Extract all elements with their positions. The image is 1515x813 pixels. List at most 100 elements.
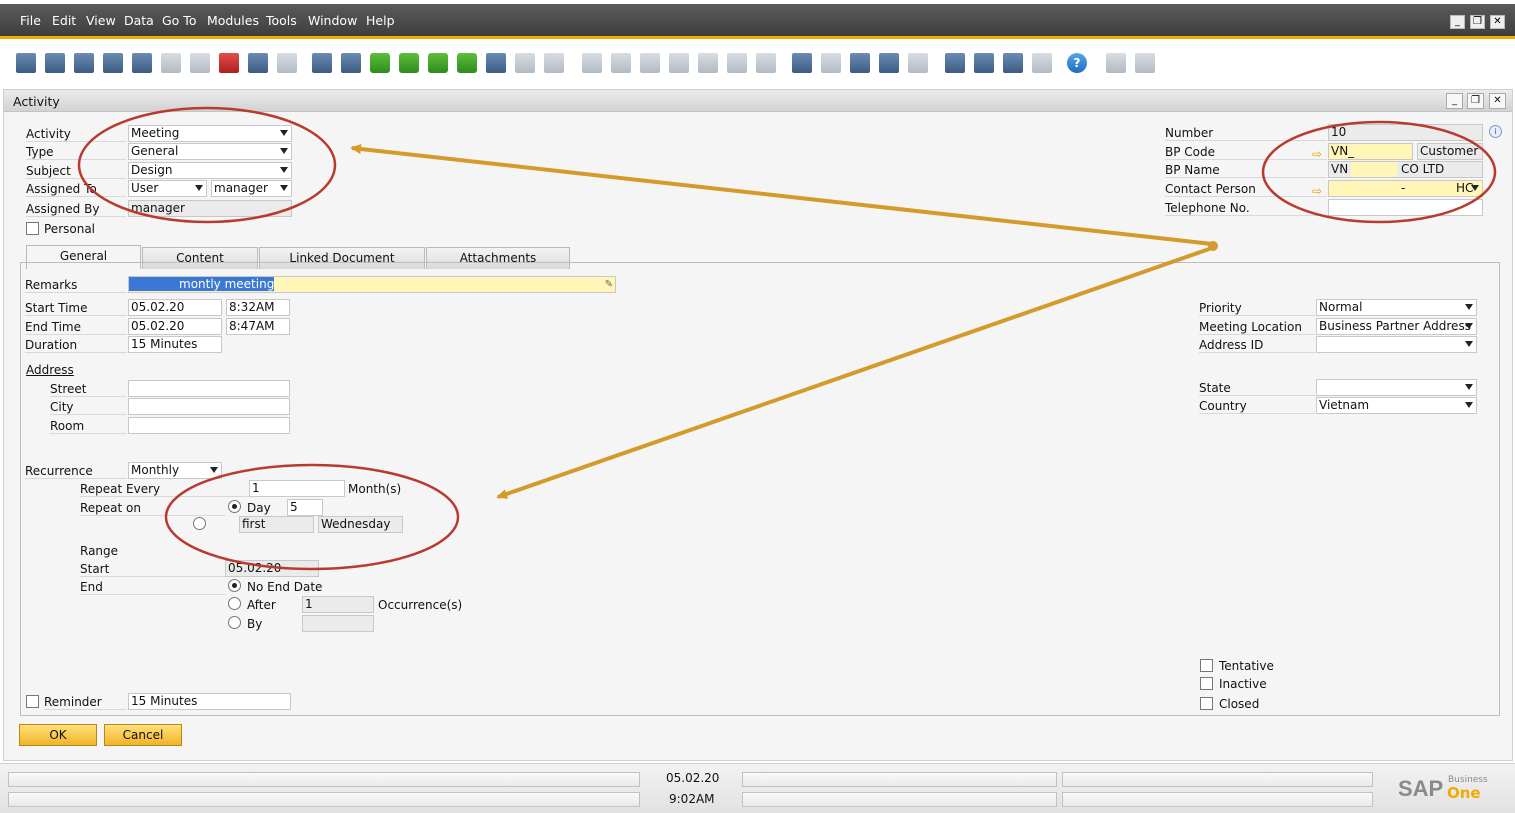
contact-person-select[interactable]: - HC xyxy=(1328,180,1483,197)
menu-view[interactable]: View xyxy=(86,13,116,28)
layout-icon[interactable] xyxy=(1106,53,1126,73)
fax-icon[interactable] xyxy=(132,53,152,73)
no-end-date-radio[interactable] xyxy=(228,579,241,592)
by-radio[interactable] xyxy=(228,616,241,629)
street-field[interactable] xyxy=(128,380,290,397)
app-restore-icon[interactable]: ❐ xyxy=(1470,15,1485,29)
tentative-checkbox[interactable] xyxy=(1200,659,1213,672)
settings-icon[interactable] xyxy=(756,53,776,73)
type-select[interactable]: General xyxy=(128,143,292,160)
filter-icon[interactable] xyxy=(515,53,535,73)
ok-button[interactable]: OK xyxy=(19,724,97,746)
menu-tools[interactable]: Tools xyxy=(266,13,297,28)
sms-icon[interactable] xyxy=(103,53,123,73)
link-arrow-icon[interactable]: ⇨ xyxy=(1312,184,1322,198)
address-id-select[interactable] xyxy=(1316,336,1477,353)
payment-icon[interactable] xyxy=(669,53,689,73)
gross-profit-icon[interactable] xyxy=(698,53,718,73)
next-record-icon[interactable] xyxy=(428,53,448,73)
country-select[interactable]: Vietnam xyxy=(1316,397,1477,414)
ordinal-select[interactable]: first xyxy=(239,516,314,533)
telephone-field[interactable] xyxy=(1328,199,1483,216)
menu-data[interactable]: Data xyxy=(124,13,154,28)
menu-help[interactable]: Help xyxy=(366,13,395,28)
message-icon[interactable] xyxy=(879,53,899,73)
last-record-icon[interactable] xyxy=(457,53,477,73)
calendar-icon[interactable] xyxy=(945,53,965,73)
after-occurrences-field[interactable]: 1 xyxy=(302,596,374,613)
end-time-field[interactable]: 8:47AM xyxy=(226,318,290,335)
journal-icon[interactable] xyxy=(640,53,660,73)
repeat-on-weekday-radio[interactable] xyxy=(193,517,206,530)
assigned-to-type-select[interactable]: User xyxy=(128,180,207,197)
reminder-checkbox[interactable] xyxy=(26,695,39,708)
target-document-icon[interactable] xyxy=(611,53,631,73)
help-icon[interactable]: ? xyxy=(1067,53,1087,73)
day-field[interactable]: 5 xyxy=(287,499,323,516)
approve-icon[interactable] xyxy=(850,53,870,73)
org-chart-icon[interactable] xyxy=(1032,53,1052,73)
volume-icon[interactable] xyxy=(727,53,747,73)
menu-file[interactable]: File xyxy=(20,13,41,28)
duration-field[interactable]: 15 Minutes xyxy=(128,336,222,353)
after-radio[interactable] xyxy=(228,597,241,610)
inactive-checkbox[interactable] xyxy=(1200,677,1213,690)
email-icon[interactable] xyxy=(74,53,94,73)
city-field[interactable] xyxy=(128,398,290,415)
link-arrow-icon[interactable]: ⇨ xyxy=(1312,147,1322,161)
launch-icon[interactable] xyxy=(248,53,268,73)
menu-modules[interactable]: Modules xyxy=(207,13,259,28)
state-select[interactable] xyxy=(1316,379,1477,396)
closed-checkbox[interactable] xyxy=(1200,697,1213,710)
start-time-field[interactable]: 8:32AM xyxy=(226,299,290,316)
first-record-icon[interactable] xyxy=(370,53,390,73)
add-icon[interactable] xyxy=(341,53,361,73)
sheet-icon[interactable] xyxy=(1003,53,1023,73)
base-document-icon[interactable] xyxy=(582,53,602,73)
sort-icon[interactable] xyxy=(544,53,564,73)
subject-select[interactable]: Design xyxy=(128,162,292,179)
form-settings-icon[interactable] xyxy=(1135,53,1155,73)
lock-icon[interactable] xyxy=(277,53,297,73)
weekday-select[interactable]: Wednesday xyxy=(318,516,403,533)
by-date-field[interactable] xyxy=(302,615,374,632)
app-minimize-icon[interactable]: _ xyxy=(1450,15,1465,29)
window-minimize-icon[interactable]: _ xyxy=(1446,93,1463,109)
refresh-icon[interactable] xyxy=(486,53,506,73)
window-close-icon[interactable]: ✕ xyxy=(1489,93,1506,109)
recurrence-select[interactable]: Monthly xyxy=(128,462,222,479)
document-settings-icon[interactable] xyxy=(821,53,841,73)
menu-window[interactable]: Window xyxy=(308,13,357,28)
app-close-icon[interactable]: ✕ xyxy=(1490,15,1505,29)
repeat-on-day-radio[interactable] xyxy=(228,500,241,513)
word-icon[interactable] xyxy=(190,53,210,73)
menu-goto[interactable]: Go To xyxy=(162,13,196,28)
window-maximize-icon[interactable]: ❐ xyxy=(1467,93,1484,109)
priority-select[interactable]: Normal xyxy=(1316,299,1477,316)
remarks-label: Remarks xyxy=(25,278,127,293)
previous-record-icon[interactable] xyxy=(399,53,419,73)
print-icon[interactable] xyxy=(45,53,65,73)
export-icon[interactable] xyxy=(161,53,181,73)
edit-icon[interactable] xyxy=(792,53,812,73)
room-field[interactable] xyxy=(128,417,290,434)
bp-code-field[interactable]: VN_ xyxy=(1328,143,1413,160)
chat-icon[interactable] xyxy=(908,53,928,73)
assigned-to-user-select[interactable]: manager xyxy=(211,180,292,197)
info-icon[interactable]: i xyxy=(1489,125,1502,138)
start-date-field[interactable]: 05.02.20 xyxy=(128,299,222,316)
meeting-location-select[interactable]: Business Partner Address xyxy=(1316,318,1477,335)
end-date-field[interactable]: 05.02.20 xyxy=(128,318,222,335)
menu-edit[interactable]: Edit xyxy=(52,13,76,28)
repeat-every-field[interactable]: 1 xyxy=(249,480,345,497)
personal-checkbox[interactable] xyxy=(26,222,39,235)
remarks-field[interactable]: montly meeting ✎ xyxy=(128,276,616,293)
reminder-field[interactable]: 15 Minutes xyxy=(128,693,291,710)
find-icon[interactable] xyxy=(312,53,332,73)
activity-select[interactable]: Meeting xyxy=(128,125,292,142)
pdf-icon[interactable] xyxy=(219,53,239,73)
cancel-button[interactable]: Cancel xyxy=(104,724,182,746)
mail-alert-icon[interactable] xyxy=(974,53,994,73)
preview-icon[interactable] xyxy=(16,53,36,73)
range-start-field[interactable]: 05.02.20 xyxy=(225,560,319,577)
